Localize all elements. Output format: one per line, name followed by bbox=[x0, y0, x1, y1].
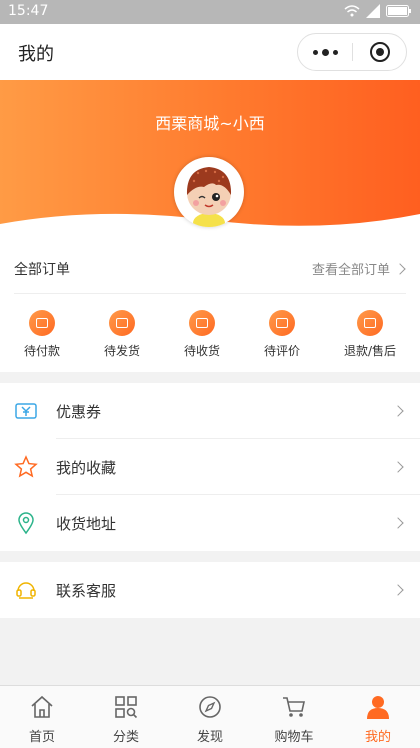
compass-icon bbox=[199, 696, 221, 718]
user-icon bbox=[367, 696, 389, 719]
chestnut-avatar-icon bbox=[186, 167, 232, 227]
orders-section: 全部订单 查看全部订单 待付款 待发货 待收货 待评价 退款/售后 bbox=[0, 240, 420, 372]
cart-icon bbox=[283, 697, 305, 717]
capsule-divider bbox=[352, 43, 353, 61]
order-status-label: 待收货 bbox=[183, 344, 220, 358]
home-icon bbox=[31, 695, 53, 718]
menu-item-label: 联系客服 bbox=[56, 582, 117, 600]
status-bar: 15:47 bbox=[0, 0, 420, 24]
service-section: 联系客服 bbox=[0, 562, 420, 618]
order-status-label: 待发货 bbox=[103, 344, 140, 358]
chevron-right-icon bbox=[394, 262, 406, 275]
menu-item-label: 我的收藏 bbox=[56, 459, 117, 477]
mini-program-capsule bbox=[297, 33, 407, 71]
tab-bar: 首页 分类 发现 购物车 我的 bbox=[0, 685, 420, 748]
more-options-button[interactable] bbox=[298, 34, 352, 70]
chevron-right-icon bbox=[392, 405, 404, 417]
star-icon bbox=[14, 455, 38, 478]
category-icon bbox=[115, 696, 138, 719]
order-status-pending-review[interactable]: 待评价 bbox=[242, 310, 322, 359]
shop-name: 西栗商城~小西 bbox=[155, 114, 265, 133]
all-orders-row[interactable]: 全部订单 查看全部订单 bbox=[0, 240, 420, 294]
dot-icon bbox=[312, 49, 318, 55]
location-icon bbox=[18, 512, 34, 535]
tab-label: 购物车 bbox=[274, 730, 314, 745]
menu-list: 优惠券 我的收藏 收货地址 bbox=[0, 383, 420, 551]
status-time: 15:47 bbox=[8, 3, 49, 19]
comment-icon bbox=[269, 310, 295, 336]
chevron-right-icon bbox=[392, 584, 404, 596]
divider bbox=[14, 293, 406, 294]
package-icon bbox=[109, 310, 135, 336]
dot-icon bbox=[321, 48, 329, 56]
menu-item-coupons[interactable]: 优惠券 bbox=[0, 383, 420, 439]
tab-cart[interactable]: 购物车 bbox=[252, 686, 336, 748]
order-status-refund[interactable]: 退款/售后 bbox=[330, 310, 410, 359]
wallet-icon bbox=[29, 310, 55, 336]
menu-item-addresses[interactable]: 收货地址 bbox=[0, 495, 420, 551]
battery-icon bbox=[386, 5, 411, 17]
menu-item-customer-service[interactable]: 联系客服 bbox=[0, 562, 420, 618]
order-status-pending-shipment[interactable]: 待发货 bbox=[82, 310, 162, 359]
avatar[interactable] bbox=[174, 157, 244, 227]
order-status-pending-payment[interactable]: 待付款 bbox=[2, 310, 82, 359]
tab-category[interactable]: 分类 bbox=[84, 686, 168, 748]
view-all-orders-link[interactable]: 查看全部订单 bbox=[311, 259, 406, 278]
view-all-orders-label: 查看全部订单 bbox=[311, 263, 390, 278]
order-status-label: 退款/售后 bbox=[343, 344, 397, 358]
order-status-pending-receipt[interactable]: 待收货 bbox=[162, 310, 242, 359]
coupon-icon bbox=[15, 403, 37, 419]
chevron-right-icon bbox=[392, 461, 404, 473]
refund-icon bbox=[357, 310, 383, 336]
status-icons bbox=[344, 4, 412, 18]
menu-item-favorites[interactable]: 我的收藏 bbox=[0, 439, 420, 495]
chevron-right-icon bbox=[392, 517, 404, 529]
dot-icon bbox=[332, 49, 338, 55]
tab-label: 分类 bbox=[112, 730, 139, 745]
order-status-label: 待评价 bbox=[263, 344, 300, 358]
order-status-label: 待付款 bbox=[23, 344, 60, 358]
tab-mine[interactable]: 我的 bbox=[336, 686, 420, 748]
tab-discover[interactable]: 发现 bbox=[168, 686, 252, 748]
orders-title: 全部订单 bbox=[14, 262, 70, 278]
menu-item-label: 优惠券 bbox=[56, 403, 102, 421]
wifi-icon bbox=[344, 5, 360, 17]
customer-service-icon bbox=[16, 582, 36, 599]
tab-label: 发现 bbox=[196, 730, 223, 745]
truck-icon bbox=[189, 310, 215, 336]
signal-icon bbox=[366, 4, 380, 18]
menu-item-label: 收货地址 bbox=[56, 515, 117, 533]
page-title: 我的 bbox=[18, 44, 54, 65]
tab-home[interactable]: 首页 bbox=[0, 686, 84, 748]
tab-label: 我的 bbox=[364, 730, 391, 745]
close-mini-program-button[interactable] bbox=[370, 42, 390, 62]
tab-label: 首页 bbox=[28, 730, 55, 745]
